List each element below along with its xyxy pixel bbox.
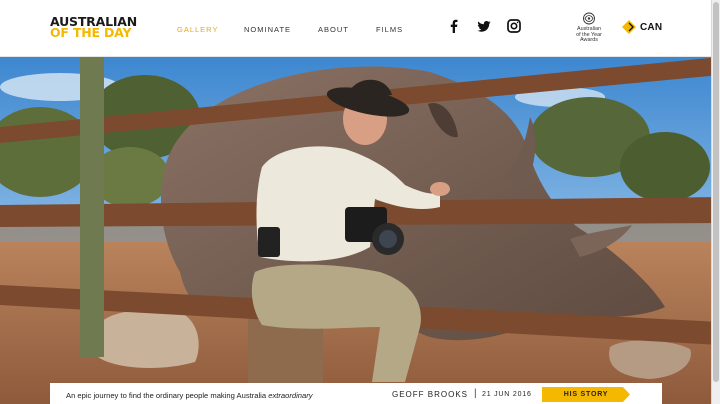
- story-date: 21 JUN 2016: [482, 391, 532, 398]
- awards-emblem-icon: [583, 12, 595, 25]
- instagram-icon[interactable]: [507, 19, 521, 33]
- awards-logo[interactable]: Australian of the Year Awards: [572, 12, 606, 44]
- nav-films[interactable]: FILMS: [376, 25, 403, 34]
- caption-separator: |: [474, 388, 477, 399]
- sponsor-diamond-icon: [622, 20, 636, 34]
- awards-line-3: Awards: [580, 37, 598, 44]
- nav-nominate[interactable]: NOMINATE: [244, 25, 291, 34]
- sponsor-label: CAN: [640, 22, 663, 33]
- story-caption-bar: An epic journey to find the ordinary peo…: [50, 383, 662, 404]
- tagline-text: An epic journey to find the ordinary peo…: [66, 391, 267, 400]
- hero-photo-illustration: [0, 57, 720, 404]
- person-name[interactable]: GEOFF BROOKS: [392, 390, 468, 399]
- site-header: AUSTRALIAN OF THE DAY GALLERY NOMINATE A…: [0, 0, 720, 57]
- tagline-emphasis: extraordinary: [268, 391, 313, 400]
- logo-line-2: OF THE DAY: [50, 25, 132, 40]
- tagline: An epic journey to find the ordinary peo…: [66, 391, 313, 400]
- scrollbar-thumb[interactable]: [713, 2, 719, 382]
- page-scrollbar[interactable]: [711, 0, 720, 404]
- site-logo[interactable]: AUSTRALIAN OF THE DAY: [50, 15, 137, 40]
- nav-about[interactable]: ABOUT: [318, 25, 349, 34]
- his-story-button[interactable]: HIS STORY: [542, 387, 630, 402]
- nav-gallery[interactable]: GALLERY: [177, 25, 218, 34]
- facebook-icon[interactable]: [449, 19, 458, 33]
- twitter-icon[interactable]: [477, 21, 491, 32]
- hero-photo: [0, 57, 720, 404]
